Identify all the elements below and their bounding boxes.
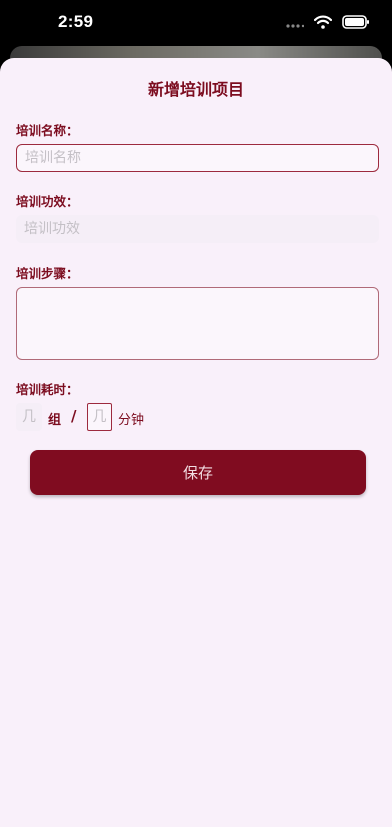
duration-separator: / bbox=[71, 407, 77, 425]
groups-unit: 组 bbox=[48, 413, 62, 428]
add-training-sheet: 新增培训项目 培训名称： 培训功效： 培训步骤： 培训耗时： 组 / 分钟 保存 bbox=[0, 58, 392, 827]
training-steps-textarea[interactable] bbox=[16, 287, 379, 360]
training-name-label: 培训名称： bbox=[16, 123, 79, 138]
status-time: 2:59 bbox=[58, 12, 94, 31]
save-button[interactable]: 保存 bbox=[30, 450, 366, 495]
training-steps-label: 培训步骤： bbox=[16, 266, 79, 281]
page-title: 新增培训项目 bbox=[147, 80, 244, 99]
signal-dots-icon bbox=[286, 14, 305, 33]
minutes-unit: 分钟 bbox=[118, 413, 145, 428]
training-duration-label: 培训耗时： bbox=[16, 382, 79, 397]
duration-row: 组 / 分钟 bbox=[16, 403, 316, 433]
training-effect-label: 培训功效： bbox=[16, 194, 79, 209]
groups-count-input[interactable] bbox=[16, 403, 42, 431]
minutes-input[interactable] bbox=[87, 403, 112, 431]
training-name-input[interactable] bbox=[16, 144, 379, 172]
status-icons bbox=[286, 14, 370, 33]
battery-icon bbox=[342, 14, 370, 33]
training-effect-input[interactable] bbox=[16, 215, 379, 243]
wifi-icon bbox=[313, 14, 333, 33]
status-bar: 2:59 bbox=[0, 0, 392, 48]
